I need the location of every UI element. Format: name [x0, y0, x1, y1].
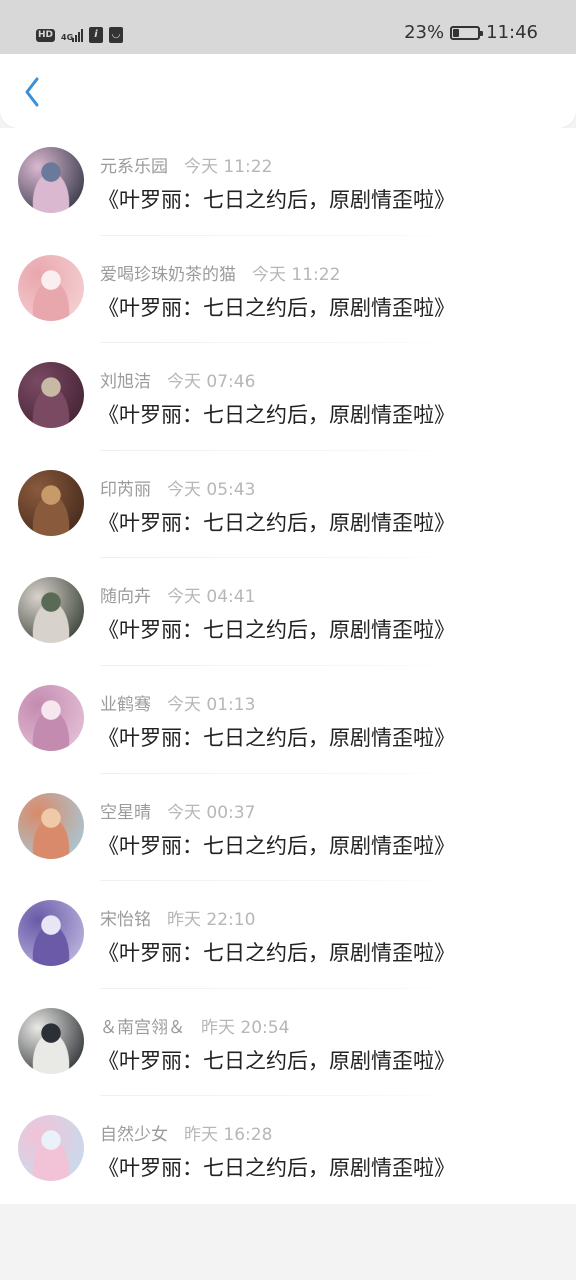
status-left: HD 4G i ◡ — [36, 25, 124, 45]
author-name[interactable]: 元系乐园 — [100, 152, 168, 177]
message-meta: 爱喝珍珠奶茶的猫 今天 11:22 — [100, 260, 340, 285]
author-name[interactable]: 空星晴 — [100, 798, 151, 823]
message-title[interactable]: 《叶罗丽：七日之约后，原剧情歪啦》 — [98, 184, 455, 214]
avatar[interactable] — [18, 362, 84, 429]
status-right: 23% 11:46 — [404, 22, 538, 43]
list-item[interactable]: 爱喝珍珠奶茶的猫 今天 11:22 《叶罗丽：七日之约后，原剧情歪啦》 — [0, 236, 576, 344]
author-name[interactable]: 业鹤骞 — [100, 690, 151, 715]
author-name[interactable]: 刘旭洁 — [100, 367, 151, 392]
battery-icon — [450, 25, 484, 40]
timestamp: 今天 04:41 — [167, 587, 256, 608]
timestamp: 昨天 22:10 — [167, 910, 256, 931]
battery-percent: 23% — [404, 22, 445, 43]
timestamp: 今天 01:13 — [167, 694, 256, 715]
list-item[interactable]: 业鹤骞 今天 01:13 《叶罗丽：七日之约后，原剧情歪啦》 — [0, 666, 576, 774]
timestamp: 今天 11:22 — [184, 157, 273, 177]
message-meta: 元系乐园 今天 11:22 — [100, 152, 272, 177]
message-meta: 刘旭洁 今天 07:46 — [100, 367, 255, 392]
list-item[interactable]: 元系乐园 今天 11:22 《叶罗丽：七日之约后，原剧情歪啦》 — [0, 128, 576, 236]
message-meta: 印芮丽 今天 05:43 — [100, 475, 255, 500]
message-title[interactable]: 《叶罗丽：七日之约后，原剧情歪啦》 — [98, 1152, 455, 1182]
timestamp: 昨天 20:54 — [201, 1017, 290, 1038]
avatar[interactable] — [18, 254, 84, 321]
timestamp: 今天 11:22 — [252, 264, 341, 285]
message-title[interactable]: 《叶罗丽：七日之约后，原剧情歪啦》 — [98, 722, 455, 752]
notification-i-icon: i — [89, 27, 104, 43]
list-item[interactable]: 空星晴 今天 00:37 《叶罗丽：七日之约后，原剧情歪啦》 — [0, 774, 576, 882]
message-meta: 空星晴 今天 00:37 — [100, 798, 255, 823]
app-bar — [0, 54, 576, 128]
status-bar: HD 4G i ◡ 23% 11:46 — [0, 0, 576, 54]
signal-icon: 4G — [61, 28, 84, 42]
message-title[interactable]: 《叶罗丽：七日之约后，原剧情歪啦》 — [98, 937, 455, 967]
message-title[interactable]: 《叶罗丽：七日之约后，原剧情歪啦》 — [98, 399, 455, 429]
message-meta: 宋怡铭 昨天 22:10 — [100, 905, 255, 930]
message-title[interactable]: 《叶罗丽：七日之约后，原剧情歪啦》 — [98, 614, 455, 644]
timestamp: 今天 05:43 — [167, 479, 256, 500]
list-item[interactable]: 印芮丽 今天 05:43 《叶罗丽：七日之约后，原剧情歪啦》 — [0, 451, 576, 559]
author-name[interactable]: 随向卉 — [100, 582, 151, 607]
avatar[interactable] — [18, 792, 84, 859]
message-title[interactable]: 《叶罗丽：七日之约后，原剧情歪啦》 — [98, 292, 455, 322]
avatar[interactable] — [18, 147, 84, 213]
avatar[interactable] — [18, 1115, 84, 1182]
clock: 11:46 — [486, 22, 538, 43]
author-name[interactable]: 宋怡铭 — [100, 905, 151, 930]
chevron-left-icon — [25, 77, 39, 107]
message-meta: ＆南宫翎＆ 昨天 20:54 — [100, 1013, 289, 1038]
message-list: 元系乐园 今天 11:22 《叶罗丽：七日之约后，原剧情歪啦》 爱喝珍珠奶茶的猫 今天 … — [0, 128, 576, 1204]
avatar[interactable] — [18, 684, 84, 751]
author-name[interactable]: ＆南宫翎＆ — [100, 1013, 185, 1038]
list-item[interactable]: 随向卉 今天 04:41 《叶罗丽：七日之约后，原剧情歪啦》 — [0, 558, 576, 666]
notification-bag-icon: ◡ — [109, 27, 124, 43]
timestamp: 今天 00:37 — [167, 802, 256, 823]
list-item[interactable]: 宋怡铭 昨天 22:10 《叶罗丽：七日之约后，原剧情歪啦》 — [0, 881, 576, 989]
author-name[interactable]: 印芮丽 — [100, 475, 151, 500]
avatar[interactable] — [18, 469, 84, 536]
author-name[interactable]: 爱喝珍珠奶茶的猫 — [100, 260, 236, 285]
list-item[interactable]: 刘旭洁 今天 07:46 《叶罗丽：七日之约后，原剧情歪啦》 — [0, 343, 576, 451]
message-title[interactable]: 《叶罗丽：七日之约后，原剧情歪啦》 — [98, 1045, 455, 1075]
message-meta: 业鹤骞 今天 01:13 — [100, 690, 255, 715]
author-name[interactable]: 自然少女 — [100, 1120, 168, 1145]
avatar[interactable] — [18, 577, 84, 644]
hd-badge: HD — [36, 28, 56, 42]
list-item[interactable]: 自然少女 昨天 16:28 《叶罗丽：七日之约后，原剧情歪啦》 — [0, 1096, 576, 1204]
message-meta: 自然少女 昨天 16:28 — [100, 1120, 272, 1145]
avatar[interactable] — [18, 900, 84, 967]
list-item[interactable]: ＆南宫翎＆ 昨天 20:54 《叶罗丽：七日之约后，原剧情歪啦》 — [0, 989, 576, 1097]
message-title[interactable]: 《叶罗丽：七日之约后，原剧情歪啦》 — [98, 507, 455, 537]
avatar[interactable] — [18, 1007, 84, 1074]
message-meta: 随向卉 今天 04:41 — [100, 582, 255, 607]
timestamp: 今天 07:46 — [167, 372, 256, 393]
timestamp: 昨天 16:28 — [184, 1125, 273, 1146]
message-title[interactable]: 《叶罗丽：七日之约后，原剧情歪啦》 — [98, 830, 455, 860]
back-button[interactable] — [14, 74, 50, 110]
